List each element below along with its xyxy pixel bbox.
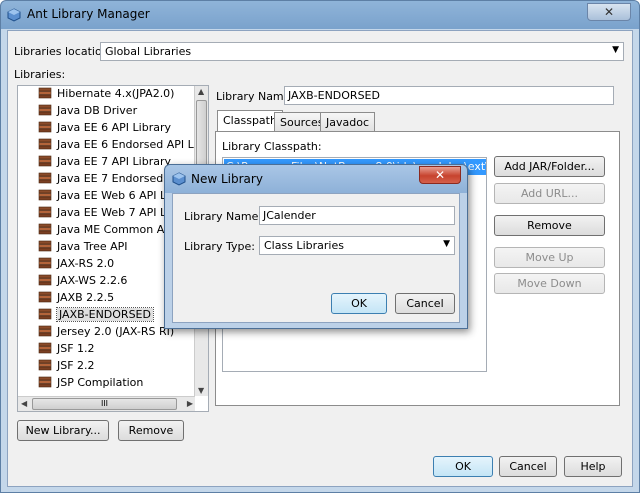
ok-button[interactable]: OK (433, 456, 493, 477)
library-book-icon (38, 342, 52, 354)
library-list-item[interactable]: JAX-RS 2.0 (38, 255, 114, 272)
dialog-cancel-button[interactable]: Cancel (395, 293, 455, 314)
dialog-title: New Library (191, 172, 263, 186)
library-name-field[interactable]: JAXB-ENDORSED (284, 86, 614, 105)
library-book-icon (38, 138, 52, 150)
dropdown-arrow-icon: ▼ (443, 239, 450, 249)
horizontal-scroll-thumb[interactable]: III (32, 398, 177, 410)
library-item-label: JSF 1.2 (57, 342, 95, 355)
dialog-close-button[interactable]: ✕ (419, 166, 461, 184)
library-list-item[interactable]: Java EE 7 Endorsed API (38, 170, 184, 187)
library-book-icon (38, 274, 52, 286)
library-list-item[interactable]: Java EE 6 Endorsed API Libra (38, 136, 209, 153)
library-item-label: JSF 2.2 (57, 359, 95, 372)
library-item-label: JAXB 2.2.5 (57, 291, 115, 304)
library-classpath-label: Library Classpath: (222, 140, 322, 153)
library-book-icon (38, 257, 52, 269)
dialog-ok-button[interactable]: OK (331, 293, 387, 314)
move-down-button[interactable]: Move Down (494, 273, 605, 294)
library-item-label: Java DB Driver (57, 104, 138, 117)
scroll-up-icon[interactable]: ▲ (198, 87, 204, 96)
library-book-icon (38, 172, 52, 184)
library-list-item[interactable]: Hibernate 4.x(JPA2.0) (38, 86, 175, 102)
scroll-down-icon[interactable]: ▼ (198, 386, 204, 395)
library-item-label: Jersey 2.0 (JAX-RS RI) (57, 325, 175, 338)
title-bar[interactable]: Ant Library Manager ✕ (1, 1, 639, 29)
library-book-icon (38, 223, 52, 235)
library-book-icon (38, 104, 52, 116)
library-item-label: JSP Compilation (57, 376, 144, 389)
library-item-label: JAX-WS 2.2.6 (57, 274, 128, 287)
library-item-label: Java EE 6 API Library (57, 121, 171, 134)
library-list-item[interactable]: JSP Compilation (38, 374, 143, 391)
library-book-icon (38, 87, 52, 99)
library-list-item[interactable]: JAXB 2.2.5 (38, 289, 114, 306)
library-item-label: Java EE Web 6 API Libr (57, 189, 181, 202)
library-item-label: JAX-RS 2.0 (57, 257, 115, 270)
cancel-button[interactable]: Cancel (499, 456, 557, 477)
new-library-dialog: New Library ✕ Library Name: JCalender Li… (164, 164, 468, 329)
library-name-label: Library Name: (216, 90, 295, 103)
libraries-label: Libraries: (14, 68, 66, 81)
library-list-item[interactable]: Jersey 2.0 (JAX-RS RI) (38, 323, 174, 340)
library-list-item[interactable]: JSF 1.2 (38, 340, 95, 357)
library-list-item[interactable]: JSF 2.2 (38, 357, 95, 374)
library-book-icon (38, 291, 52, 303)
library-book-icon (38, 240, 52, 252)
library-item-label: Hibernate 4.x(JPA2.0) (57, 87, 175, 100)
scroll-left-icon[interactable]: ◀ (21, 399, 27, 408)
scroll-right-icon[interactable]: ▶ (187, 399, 193, 408)
help-button[interactable]: Help (564, 456, 622, 477)
dialog-library-type-value: Class Libraries (264, 239, 344, 252)
library-book-icon (38, 206, 52, 218)
library-book-icon (38, 121, 52, 133)
library-list-item[interactable]: Java EE 7 API Library (38, 153, 171, 170)
dialog-library-name-label: Library Name: (184, 210, 263, 223)
libraries-location-select[interactable]: Global Libraries ▼ (100, 42, 624, 61)
dropdown-arrow-icon: ▼ (612, 45, 619, 55)
dialog-library-type-label: Library Type: (184, 240, 255, 253)
netbeans-cube-icon (7, 8, 21, 22)
library-book-icon (38, 189, 52, 201)
netbeans-cube-icon (172, 172, 186, 186)
library-item-label: Java EE 7 API Library (57, 155, 171, 168)
add-jar-folder-button[interactable]: Add JAR/Folder... (494, 156, 605, 177)
window-close-button[interactable]: ✕ (587, 3, 631, 21)
new-library-button[interactable]: New Library... (17, 420, 109, 441)
library-list-item[interactable]: Java Tree API (38, 238, 128, 255)
tab-javadoc[interactable]: Javadoc (320, 112, 375, 132)
library-book-icon (38, 376, 52, 388)
library-list-item[interactable]: Java EE 6 API Library (38, 119, 171, 136)
dialog-library-name-field[interactable]: JCalender (259, 206, 455, 225)
library-book-icon (38, 325, 52, 337)
dialog-client-area: Library Name: JCalender Library Type: Cl… (172, 193, 460, 323)
library-book-icon (38, 359, 52, 371)
move-up-button[interactable]: Move Up (494, 247, 605, 268)
library-item-label: JAXB-ENDORSED (56, 307, 154, 322)
library-item-label: Java Tree API (57, 240, 128, 253)
library-list-item[interactable]: JAX-WS 2.2.6 (38, 272, 127, 289)
libraries-location-value: Global Libraries (105, 45, 192, 58)
remove-classpath-button[interactable]: Remove (494, 215, 605, 236)
library-item-label: Java EE 6 Endorsed API Libra (57, 138, 209, 151)
library-list-item[interactable]: Java EE Web 7 API Libr (38, 204, 181, 221)
remove-library-button[interactable]: Remove (118, 420, 184, 441)
library-item-label: Java EE Web 7 API Libr (57, 206, 181, 219)
library-list-item[interactable]: JAXB-ENDORSED (38, 306, 154, 323)
library-list-item[interactable]: Java DB Driver (38, 102, 137, 119)
add-url-button[interactable]: Add URL... (494, 183, 605, 204)
library-book-icon (38, 155, 52, 167)
dialog-library-type-select[interactable]: Class Libraries ▼ (259, 236, 455, 255)
library-book-icon (38, 308, 52, 320)
libraries-location-label: Libraries location: (14, 45, 113, 58)
library-list-item[interactable]: Java EE Web 6 API Libr (38, 187, 181, 204)
window-title: Ant Library Manager (27, 7, 150, 21)
libraries-horizontal-scrollbar[interactable]: ◀ III ▶ (18, 396, 195, 411)
